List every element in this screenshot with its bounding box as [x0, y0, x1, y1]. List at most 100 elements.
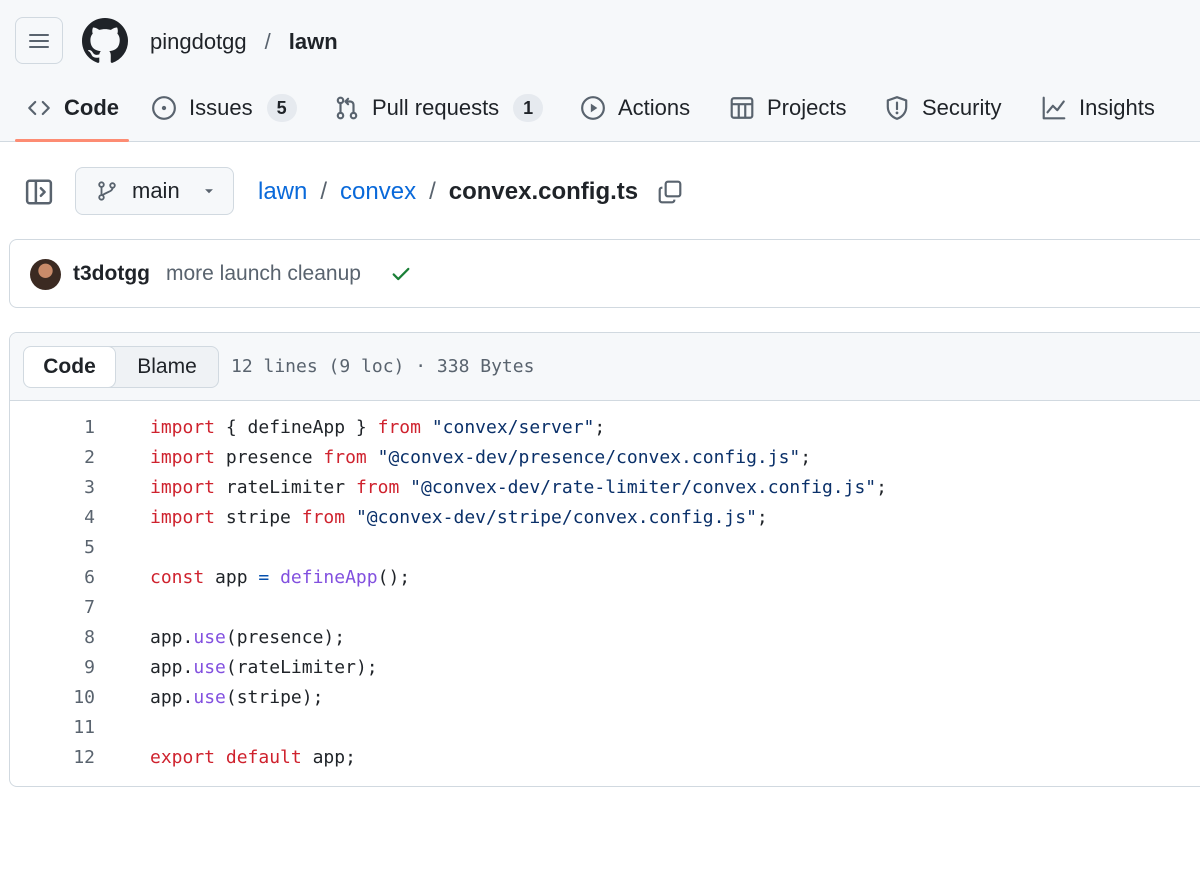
path-segment-folder[interactable]: convex [340, 178, 416, 206]
line-content: app.use(presence); [150, 623, 345, 653]
line-number[interactable]: 10 [10, 683, 95, 713]
line-number[interactable]: 7 [10, 593, 95, 623]
line-number[interactable]: 11 [10, 713, 95, 743]
keyword-token: from [301, 507, 346, 528]
code-view-button[interactable]: Code [24, 347, 116, 387]
shield-icon [886, 96, 908, 120]
repo-owner-link[interactable]: pingdotgg [150, 29, 247, 55]
string-token: "convex/server" [431, 417, 595, 438]
issues-count-badge: 5 [266, 94, 297, 122]
tab-label: Projects [767, 95, 847, 120]
code-token: app [150, 657, 183, 678]
file-header: Code Blame 12 lines (9 loc) · 338 Bytes [10, 333, 1200, 401]
function-token: use [193, 657, 226, 678]
code-token: presence [236, 627, 324, 648]
line-number[interactable]: 4 [10, 503, 95, 533]
file-viewer: Code Blame 12 lines (9 loc) · 338 Bytes … [9, 332, 1200, 787]
path-file-name: convex.config.ts [448, 178, 639, 205]
code-token: app [215, 567, 248, 588]
blame-view-button[interactable]: Blame [116, 347, 218, 387]
tab-actions[interactable]: Actions [580, 84, 690, 132]
graph-icon [1042, 96, 1066, 120]
tab-label: Actions [618, 95, 691, 120]
line-number[interactable]: 2 [10, 443, 95, 473]
menu-button[interactable] [15, 17, 63, 64]
line-content: app.use(stripe); [150, 683, 323, 713]
git-branch-icon [98, 181, 116, 201]
line-number[interactable]: 8 [10, 623, 95, 653]
line-number[interactable]: 1 [10, 413, 95, 443]
commit-message[interactable]: more launch cleanup [166, 262, 361, 286]
string-token: "@convex-dev/presence/convex.config.js" [377, 447, 801, 468]
sidebar-expand-icon[interactable] [24, 177, 54, 207]
table-icon [730, 97, 754, 119]
branch-selector-button[interactable]: main [75, 167, 234, 215]
code-token: ); [355, 657, 378, 678]
string-token: "@convex-dev/rate-limiter/convex.config.… [410, 477, 877, 498]
copy-icon[interactable] [657, 179, 683, 205]
code-token: rateLimiter [225, 477, 346, 498]
issue-opened-icon [152, 96, 176, 120]
code-token: (); [377, 567, 411, 588]
file-path-breadcrumb: lawn / convex / convex.config.ts [258, 177, 638, 207]
repo-tabs: Code Issues 5 Pull requests 1 Actions Pr… [0, 84, 1200, 142]
code-line: 5 [10, 533, 1200, 563]
keyword-token: from [377, 417, 421, 438]
code-token: ; [594, 417, 606, 438]
code-line: 6 const app = defineApp(); [10, 563, 1200, 593]
repo-name-link[interactable]: lawn [289, 29, 338, 55]
line-number[interactable]: 12 [10, 743, 95, 773]
avatar[interactable] [30, 259, 61, 290]
keyword-token: const [150, 567, 205, 588]
tab-label: Insights [1079, 95, 1155, 120]
code-token: presence [225, 447, 313, 468]
tab-insights[interactable]: Insights [1041, 84, 1155, 132]
path-segment-repo[interactable]: lawn [258, 178, 307, 206]
path-separator: / [429, 178, 436, 205]
line-content: import stripe from "@convex-dev/stripe/c… [150, 503, 768, 533]
code-line: 10 app.use(stripe); [10, 683, 1200, 713]
line-content: import { defineApp } from "convex/server… [150, 413, 605, 443]
code-token: } [345, 417, 378, 438]
tab-label: Pull requests [372, 95, 500, 120]
line-number[interactable]: 6 [10, 563, 95, 593]
play-icon [581, 96, 605, 120]
keyword-token: from [323, 447, 367, 468]
breadcrumb-separator: / [264, 29, 271, 54]
code-line: 4 import stripe from "@convex-dev/stripe/… [10, 503, 1200, 533]
tab-issues[interactable]: Issues 5 [151, 84, 297, 132]
branch-name: main [132, 178, 180, 203]
code-line: 1 import { defineApp } from "convex/serve… [10, 413, 1200, 443]
function-token: defineApp [280, 567, 378, 588]
tab-projects[interactable]: Projects [729, 84, 846, 132]
tab-code[interactable]: Code [26, 84, 119, 132]
keyword-token: from [355, 477, 400, 498]
code-token: ( [225, 627, 237, 648]
commit-author[interactable]: t3dotgg [73, 262, 150, 286]
keyword-token: import [150, 447, 216, 468]
code-token: stripe [236, 687, 302, 708]
code-token: app [150, 687, 183, 708]
pull-requests-count-badge: 1 [513, 94, 544, 122]
view-mode-toggle: Code Blame [23, 346, 219, 388]
triangle-down-icon [204, 189, 213, 194]
check-icon[interactable] [390, 263, 412, 285]
code-token: ; [345, 747, 356, 768]
tab-security[interactable]: Security [884, 84, 1001, 132]
github-logo-icon[interactable] [82, 18, 128, 64]
code-line: 11 [10, 713, 1200, 743]
line-number[interactable]: 5 [10, 533, 95, 563]
tab-pull-requests[interactable]: Pull requests 1 [334, 84, 544, 132]
line-number[interactable]: 9 [10, 653, 95, 683]
line-number[interactable]: 3 [10, 473, 95, 503]
code-line: 12 export default app; [10, 743, 1200, 773]
active-tab-indicator [15, 139, 129, 142]
code-line: 2 import presence from "@convex-dev/prese… [10, 443, 1200, 473]
code-token: { [215, 417, 248, 438]
line-content: import presence from "@convex-dev/presen… [150, 443, 811, 473]
